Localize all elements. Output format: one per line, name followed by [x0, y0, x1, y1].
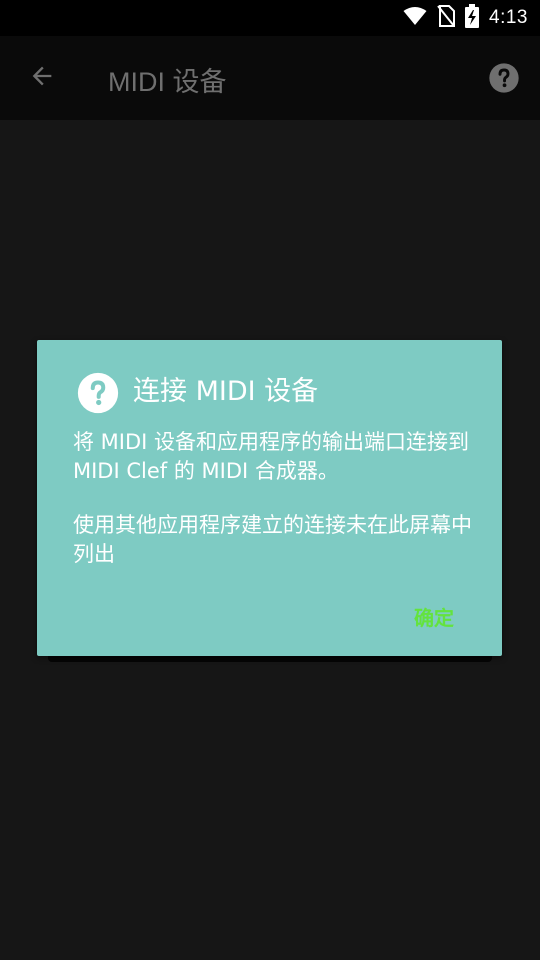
wifi-icon: [403, 6, 427, 30]
status-icons: 4:13: [403, 0, 528, 36]
app-bar: MIDI 设备: [0, 36, 540, 120]
help-icon: [77, 372, 119, 414]
battery-charging-icon: [465, 4, 480, 32]
connect-midi-dialog: 连接 MIDI 设备 将 MIDI 设备和应用程序的输出端口连接到 MIDI C…: [37, 340, 502, 656]
dialog-title: 连接 MIDI 设备: [133, 376, 319, 407]
dialog-paragraph-2: 使用其他应用程序建立的连接未在此屏幕中列出: [73, 513, 472, 566]
page-title: MIDI 设备: [108, 67, 227, 97]
status-bar: 4:13: [0, 0, 540, 36]
dialog-paragraph-1: 将 MIDI 设备和应用程序的输出端口连接到 MIDI Clef 的 MIDI …: [73, 430, 470, 483]
screen: 4:13 MIDI 设备 连接 MIDI 设备 将 MIDI 设备和应用程序的输…: [0, 0, 540, 960]
dialog-message: 将 MIDI 设备和应用程序的输出端口连接到 MIDI Clef 的 MIDI …: [73, 428, 473, 594]
help-button[interactable]: [488, 62, 520, 94]
arrow-back-icon: [28, 62, 56, 94]
status-time: 4:13: [489, 7, 528, 28]
back-button[interactable]: [22, 58, 62, 98]
no-sim-icon: [437, 5, 456, 31]
help-icon: [488, 63, 520, 98]
ok-button[interactable]: 确定: [410, 600, 458, 633]
